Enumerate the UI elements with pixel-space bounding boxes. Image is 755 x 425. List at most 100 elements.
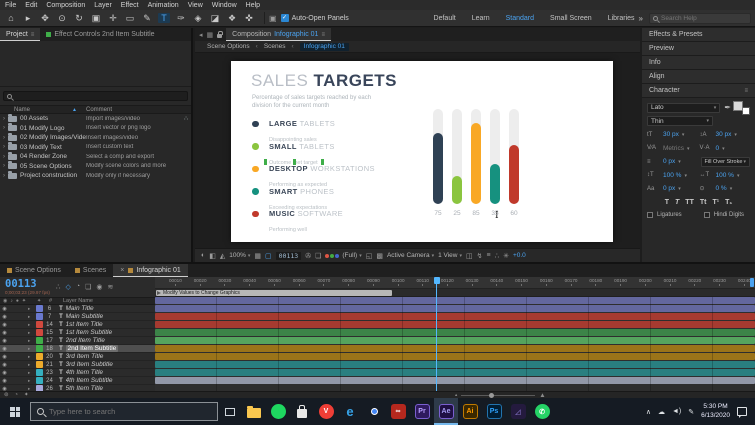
- legend-subtitle[interactable]: Performing well: [269, 227, 307, 233]
- tab-composition[interactable]: Composition Infographic 01 ≡: [226, 28, 331, 41]
- always-preview-icon[interactable]: ◐: [201, 252, 205, 259]
- creative-cloud[interactable]: ∞: [386, 398, 410, 425]
- expand-chevron-icon[interactable]: ▸: [28, 338, 36, 344]
- layer-row[interactable]: ◉ ▸ 24 T 4th Item Subtitle: [0, 377, 155, 385]
- layer-row[interactable]: ◉ ▸ 20 T 3rd Item Title: [0, 353, 155, 361]
- eye-column-icon[interactable]: ◉: [3, 298, 7, 304]
- layer-track-bar[interactable]: [155, 297, 755, 304]
- layer-name[interactable]: 2nd Item Subtitle: [65, 345, 156, 352]
- project-item-comment[interactable]: Modify scene colors and more: [86, 163, 191, 169]
- time-ruler[interactable]: 00010 00020 00030 00040 00050 00060 00070 00080…: [155, 277, 755, 289]
- eye-icon[interactable]: ◉: [0, 370, 9, 376]
- premiere-pro[interactable]: Pr: [410, 398, 434, 425]
- hand-tool[interactable]: ✥: [39, 13, 51, 24]
- taskbar-clock[interactable]: 5:30 PM 6/13/2020: [701, 403, 730, 421]
- expand-chevron-icon[interactable]: ›: [0, 154, 8, 160]
- layer-track-bar[interactable]: [155, 361, 755, 368]
- project-item-comment[interactable]: Insert images/video: [86, 135, 191, 141]
- layer-name[interactable]: 2nd Item Title: [66, 337, 156, 344]
- onedrive-icon[interactable]: ☁: [658, 408, 665, 416]
- layer-track-bar[interactable]: [155, 321, 755, 328]
- faux-style-button[interactable]: TT: [685, 199, 694, 206]
- rotate-tool[interactable]: ↻: [73, 13, 85, 24]
- timeline-tab[interactable]: Scene Options: [0, 264, 68, 277]
- frame-blend-icon[interactable]: ❏: [85, 283, 91, 291]
- project-item-comment[interactable]: Select a comp and export: [86, 154, 191, 160]
- layer-row[interactable]: ◉ ▸ 23 T 4th Item Title: [0, 369, 155, 377]
- volume-icon[interactable]: ◄): [672, 408, 681, 415]
- project-row[interactable]: › Project construction Modify only if ne…: [0, 170, 191, 181]
- stroke-swatch[interactable]: [742, 106, 750, 115]
- expand-chevron-icon[interactable]: ▸: [28, 370, 36, 376]
- hidden-icons-caret[interactable]: ∧: [646, 408, 651, 416]
- roto-brush-tool[interactable]: ❖: [226, 13, 238, 24]
- expand-chevron-icon[interactable]: ▸: [28, 330, 36, 336]
- pixel-aspect-icon[interactable]: ◫: [466, 252, 473, 260]
- stroke-width-value[interactable]: 0 px: [663, 158, 681, 165]
- expand-chevron-icon[interactable]: ▸: [28, 354, 36, 360]
- layer-track-bar[interactable]: [155, 369, 755, 376]
- clone-stamp-tool[interactable]: ◈: [192, 13, 204, 24]
- menu-item[interactable]: Edit: [25, 2, 37, 9]
- expand-chevron-icon[interactable]: ›: [0, 144, 8, 150]
- panel-header-character[interactable]: Character ≡: [642, 84, 755, 98]
- sort-ascending-icon[interactable]: ▲: [72, 107, 86, 113]
- camera-tool[interactable]: ▣: [90, 13, 102, 24]
- panel-menu-icon[interactable]: ≡: [744, 88, 748, 94]
- pen-settings-icon[interactable]: ✎: [688, 408, 694, 416]
- eyedropper-icon[interactable]: ✒: [724, 103, 731, 112]
- store[interactable]: [290, 398, 314, 425]
- fast-previews-icon[interactable]: ↯: [477, 252, 483, 260]
- layer-row[interactable]: ◉ ▸ 21 T 3rd Item Subtitle: [0, 361, 155, 369]
- expand-chevron-icon[interactable]: ▸: [28, 322, 36, 328]
- lock-column-icon[interactable]: ✦: [22, 298, 26, 304]
- expand-chevron-icon[interactable]: ›: [0, 173, 8, 179]
- menu-item[interactable]: Composition: [46, 2, 85, 9]
- kerning-value[interactable]: Metrics: [663, 145, 689, 152]
- transparency-grid-icon[interactable]: ▩: [376, 252, 383, 260]
- taskbar-search-box[interactable]: [30, 402, 218, 421]
- current-frame[interactable]: 00113: [275, 251, 302, 260]
- timeline-tab[interactable]: Scenes: [68, 264, 113, 277]
- workspace-tab[interactable]: Default: [434, 15, 456, 22]
- project-row[interactable]: › 02 Modify Images/Video Insert images/v…: [0, 132, 191, 143]
- motion-blur-icon[interactable]: ◉: [96, 283, 102, 291]
- expand-chevron-icon[interactable]: ▸: [28, 306, 36, 312]
- panel-header[interactable]: Preview: [642, 42, 755, 56]
- eye-icon[interactable]: ◉: [0, 362, 9, 368]
- workspace-tab[interactable]: Learn: [472, 15, 490, 22]
- font-size-value[interactable]: 30 px: [663, 131, 684, 138]
- taskbar-search-input[interactable]: [49, 407, 211, 416]
- expand-chevron-icon[interactable]: ▸: [28, 346, 36, 352]
- zoom-tool[interactable]: ⊙: [56, 13, 68, 24]
- menu-item[interactable]: Effect: [121, 2, 139, 9]
- tab-effect-controls[interactable]: Effect Controls 2nd Item Subtitle: [40, 28, 160, 41]
- pen-tool[interactable]: ✎: [141, 13, 153, 24]
- illustrator[interactable]: Ai: [458, 398, 482, 425]
- panel-menu-icon[interactable]: ≡: [31, 32, 35, 38]
- layer-track-bar[interactable]: [155, 353, 755, 360]
- baseline-shift-value[interactable]: 0 px: [663, 185, 681, 192]
- layer-name[interactable]: Main Subtitle: [66, 313, 156, 320]
- channels-icon[interactable]: [325, 253, 330, 258]
- viewer-canvas[interactable]: SALES TARGETS Percentage of sales target…: [195, 53, 640, 248]
- project-item-comment[interactable]: Import images/video: [86, 116, 191, 122]
- eraser-tool[interactable]: ◪: [209, 13, 221, 24]
- lock-icon[interactable]: [217, 30, 223, 38]
- draft-3d-icon[interactable]: ◇: [65, 283, 70, 291]
- label-column-icon[interactable]: ✦: [37, 298, 49, 304]
- project-item-name[interactable]: 01 Modify Logo: [17, 125, 86, 132]
- eye-icon[interactable]: ◉: [0, 354, 9, 360]
- timeline-button-icon[interactable]: ≡: [487, 252, 491, 259]
- mask-visibility-icon[interactable]: ▢: [265, 252, 272, 260]
- unknown-app[interactable]: ◿: [506, 398, 530, 425]
- help-search-box[interactable]: [649, 12, 751, 24]
- photoshop[interactable]: Ps: [482, 398, 506, 425]
- breadcrumb-scene-options[interactable]: Scene Options: [207, 43, 250, 50]
- shape-tool[interactable]: ▭: [124, 13, 136, 24]
- audio-column-icon[interactable]: ♪: [10, 298, 13, 304]
- layer-name[interactable]: 3rd Item Title: [66, 353, 156, 360]
- scroll-left-icon[interactable]: ◂: [199, 31, 203, 39]
- expand-chevron-icon[interactable]: ▸: [28, 362, 36, 368]
- chrome[interactable]: [362, 398, 386, 425]
